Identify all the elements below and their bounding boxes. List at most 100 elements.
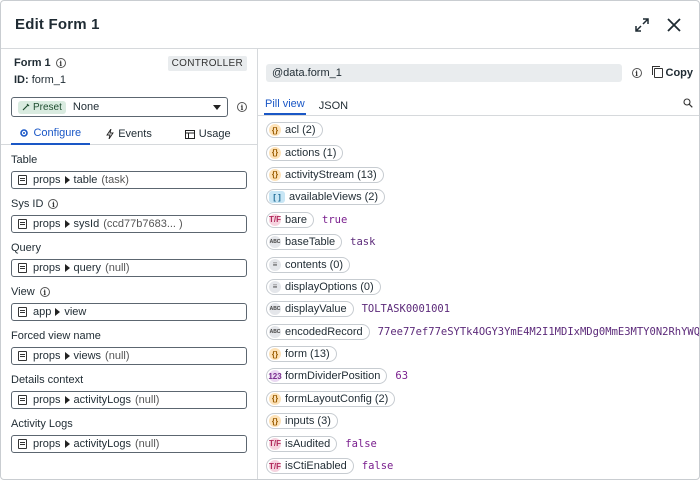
chevron-right-icon (55, 308, 61, 316)
binding-icon (18, 395, 27, 405)
preset-value: None (72, 101, 100, 113)
type-obj-icon: {} (269, 168, 281, 181)
data-pill[interactable]: {} formLayoutConfig (2) (266, 390, 396, 407)
type-str-icon: ABC (269, 325, 281, 338)
controller-id-value: form_1 (31, 74, 66, 86)
type-obj-icon: {} (269, 348, 281, 361)
pill-value: task (350, 236, 376, 249)
info-icon[interactable]: i (39, 287, 50, 297)
pill-value: false (361, 460, 394, 473)
chevron-right-icon (64, 264, 70, 272)
preset-chip-label: Preset (33, 101, 62, 113)
field-query: Query props query (null) (11, 241, 247, 277)
type-str-icon: ABC (269, 303, 281, 316)
data-pill[interactable]: {} form (13) (266, 346, 337, 363)
field-label: Sys ID (11, 198, 44, 210)
data-pill[interactable]: {} inputs (3) (266, 413, 338, 430)
binding-key: activityLogs (73, 438, 132, 450)
tab-json[interactable]: JSON (318, 100, 349, 115)
data-pill[interactable]: ≡ displayOptions (0) (266, 278, 381, 295)
data-panel: @data.form_1 i Copy Pill view JSON {} acl… (258, 49, 699, 479)
data-pill[interactable]: ABC displayValue (266, 301, 354, 318)
pill-row: T/F bare true (266, 209, 699, 231)
table-icon (184, 129, 195, 139)
field-sys-id: Sys ID i props sysId (ccd77b7683... ) (11, 197, 247, 233)
binding-source: props (33, 174, 61, 186)
field-input[interactable]: app view (11, 303, 247, 321)
data-pill[interactable]: ABC encodedRecord (266, 323, 370, 340)
data-pill[interactable]: {} activityStream (13) (266, 166, 384, 183)
data-pill[interactable]: ≡ contents (0) (266, 256, 351, 273)
preset-select[interactable]: Preset None (11, 97, 228, 117)
field-input[interactable]: props table (task) (11, 171, 247, 189)
preset-chip: Preset (18, 100, 66, 114)
field-input[interactable]: props sysId (ccd77b7683... ) (11, 215, 247, 233)
info-icon[interactable]: i (55, 58, 66, 68)
tab-configure[interactable]: Configure (11, 123, 90, 145)
binding-hint: (task) (101, 174, 129, 186)
copy-button[interactable]: Copy (651, 66, 693, 79)
data-path-field[interactable]: @data.form_1 (266, 64, 622, 82)
type-str-icon: ABC (269, 236, 281, 249)
data-pill[interactable]: {} acl (2) (266, 122, 323, 139)
field-input[interactable]: props activityLogs (null) (11, 435, 247, 453)
pill-label: baseTable (285, 236, 336, 249)
pill-row: {} formLayoutConfig (2) (266, 388, 699, 410)
type-bool-icon: T/F (269, 460, 281, 473)
binding-icon (18, 263, 27, 273)
pill-row: ≡ displayOptions (0) (266, 276, 699, 298)
pill-label: encodedRecord (285, 325, 363, 338)
binding-hint: (null) (105, 350, 130, 362)
chevron-right-icon (64, 352, 70, 360)
binding-source: app (33, 306, 52, 318)
data-pill[interactable]: ABC baseTable (266, 234, 343, 251)
field-label: Query (11, 242, 41, 254)
info-icon[interactable]: i (48, 199, 59, 209)
pill-row: {} activityStream (13) (266, 164, 699, 186)
pill-label: actions (1) (285, 146, 337, 159)
binding-key: sysId (73, 218, 100, 230)
field-input[interactable]: props views (null) (11, 347, 247, 365)
field-label: Table (11, 154, 38, 166)
info-icon[interactable]: i (631, 68, 642, 78)
pill-row: T/F isAudited false (266, 432, 699, 454)
binding-source: props (33, 350, 61, 362)
controller-badge: CONTROLLER (167, 56, 247, 71)
tab-pill-view[interactable]: Pill view (264, 98, 306, 115)
tab-label: Configure (33, 127, 82, 139)
data-pill[interactable]: {} actions (1) (266, 144, 344, 161)
type-obj-icon: {} (269, 415, 281, 428)
pill-row: {} inputs (3) (266, 410, 699, 432)
pill-row: {} acl (2) (266, 119, 699, 141)
data-pill[interactable]: T/F isAudited (266, 435, 338, 452)
binding-key: activityLogs (73, 394, 132, 406)
controller-id-label: ID: (14, 74, 29, 86)
tab-usage[interactable]: Usage (168, 123, 247, 145)
field-table: Table props table (task) (11, 153, 247, 189)
pill-row: ABC displayValue TOLTASK0001001 (266, 298, 699, 320)
data-pill[interactable]: 123 formDividerPosition (266, 368, 388, 385)
binding-source: props (33, 262, 61, 274)
binding-source: props (33, 218, 61, 230)
pill-label: displayValue (285, 303, 347, 316)
pill-row: {} form (13) (266, 343, 699, 365)
pill-label: bare (285, 213, 308, 226)
chevron-right-icon (64, 176, 70, 184)
field-input[interactable]: props query (null) (11, 259, 247, 277)
data-pill[interactable]: [ ] availableViews (2) (266, 189, 386, 206)
data-pill[interactable]: T/F isCtiEnabled (266, 458, 354, 475)
search-icon[interactable] (683, 97, 693, 111)
controller-name: Form 1 (14, 57, 51, 69)
modal-title: Edit Form 1 (15, 16, 100, 33)
data-pill[interactable]: T/F bare (266, 211, 315, 228)
field-view: View i app view (11, 285, 247, 321)
binding-icon (18, 351, 27, 361)
info-icon[interactable]: i (237, 102, 247, 112)
tab-events[interactable]: Events (90, 123, 169, 145)
expand-icon[interactable] (631, 14, 653, 36)
controller-id: ID: form_1 (14, 74, 244, 86)
field-input[interactable]: props activityLogs (null) (11, 391, 247, 409)
binding-key: table (73, 174, 98, 186)
controller-header: Form 1 i ID: form_1 CONTROLLER (1, 49, 257, 93)
close-icon[interactable] (663, 14, 685, 36)
